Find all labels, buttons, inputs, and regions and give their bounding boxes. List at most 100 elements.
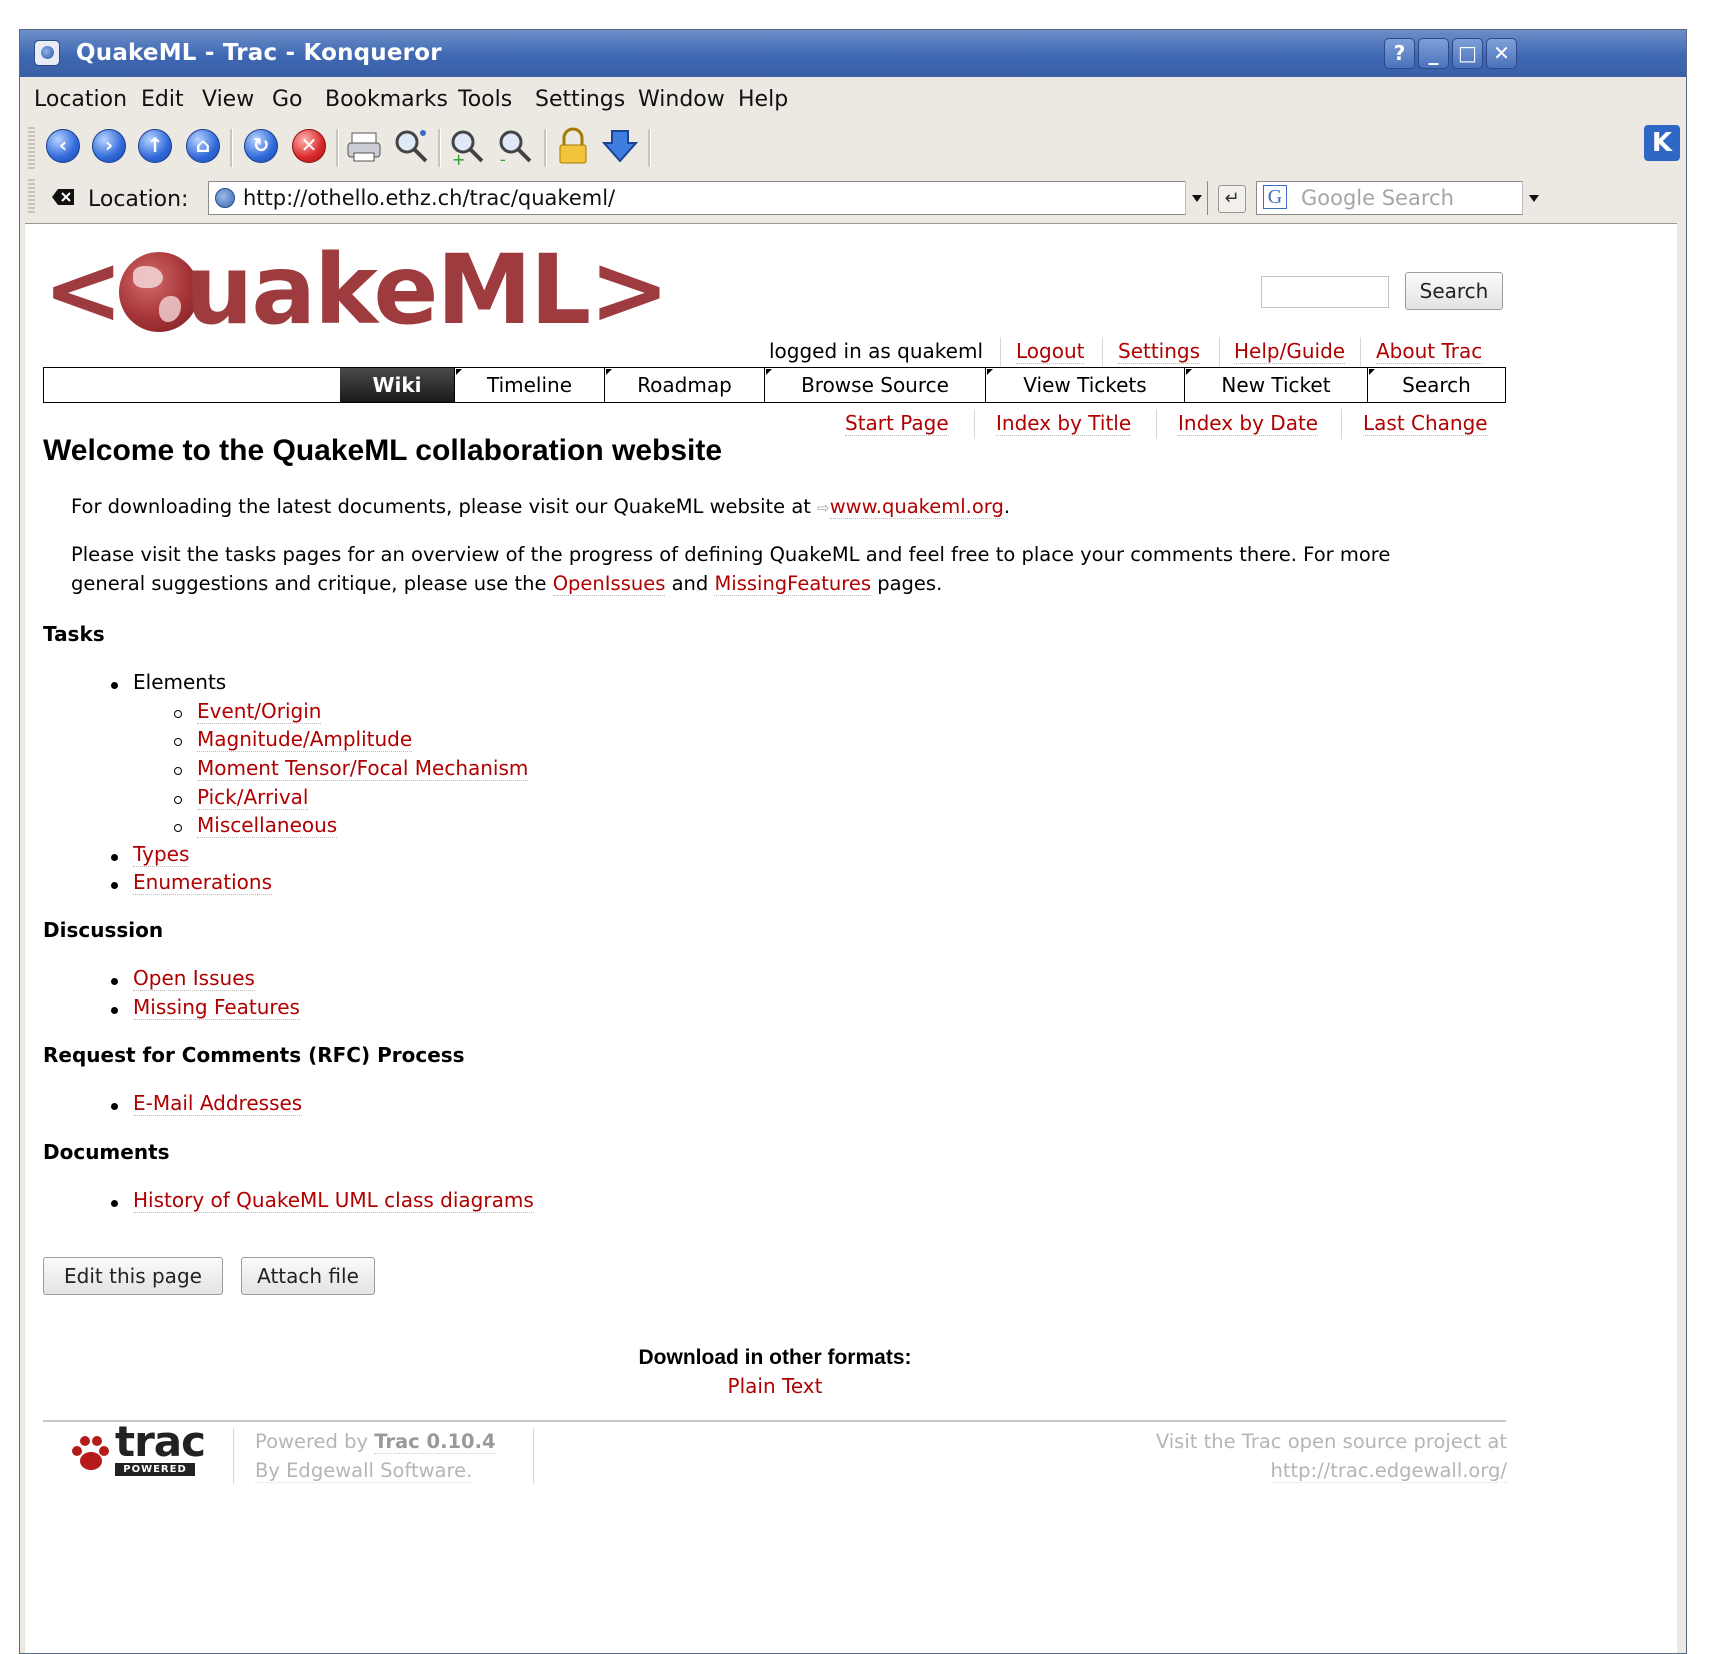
- up-icon[interactable]: ↑: [136, 127, 176, 167]
- clear-location-icon[interactable]: [52, 187, 76, 207]
- search-placeholder: Google Search: [1301, 186, 1454, 210]
- last-change-link[interactable]: Last Change: [1363, 411, 1488, 436]
- about-trac-link[interactable]: About Trac: [1376, 339, 1483, 364]
- maximize-button[interactable]: □: [1452, 38, 1483, 69]
- find-icon[interactable]: [392, 127, 432, 167]
- tab-wiki[interactable]: Wiki: [340, 368, 454, 402]
- help-guide-link[interactable]: Help/Guide: [1234, 339, 1346, 364]
- stop-icon[interactable]: ✕: [290, 127, 330, 167]
- tab-timeline[interactable]: Timeline: [454, 368, 604, 402]
- index-by-date-link[interactable]: Index by Date: [1178, 411, 1319, 436]
- menu-edit[interactable]: Edit: [141, 87, 184, 112]
- forward-icon[interactable]: ›: [90, 127, 130, 167]
- help-button[interactable]: ?: [1384, 38, 1415, 69]
- edgewall-link[interactable]: By Edgewall Software.: [255, 1459, 473, 1483]
- sub-bullet: [174, 738, 182, 746]
- toolbar-separator: [336, 129, 339, 167]
- tab-view-tickets[interactable]: View Tickets: [985, 368, 1184, 402]
- sub-bullet: [174, 824, 182, 832]
- menu-help[interactable]: Help: [738, 87, 788, 112]
- menu-bookmarks[interactable]: Bookmarks: [325, 87, 448, 112]
- trac-version-link[interactable]: Trac 0.10.4: [374, 1430, 496, 1454]
- zoom-out-icon[interactable]: -: [496, 127, 536, 169]
- email-addresses-link[interactable]: E-Mail Addresses: [133, 1091, 303, 1116]
- bullet: [111, 1200, 118, 1207]
- quakeml-org-link[interactable]: www.quakeml.org: [829, 495, 1004, 519]
- download-icon[interactable]: [601, 127, 642, 167]
- logo-left: <: [43, 234, 123, 346]
- web-search-input[interactable]: G Google Search: [1256, 181, 1544, 215]
- toolbar-separator: [648, 129, 651, 167]
- enumerations-link[interactable]: Enumerations: [133, 870, 272, 895]
- menu-bar: Location Edit View Go Bookmarks Tools Se…: [20, 77, 1686, 121]
- open-issues-wikilink[interactable]: OpenIssues: [552, 572, 666, 596]
- tab-search[interactable]: Search: [1367, 368, 1505, 402]
- event-origin-link[interactable]: Event/Origin: [197, 699, 322, 724]
- intro-paragraph: For downloading the latest documents, pl…: [71, 492, 1511, 523]
- edit-page-button[interactable]: Edit this page: [43, 1257, 223, 1295]
- sub-bullet: [174, 796, 182, 804]
- reload-icon[interactable]: ↻: [242, 127, 282, 167]
- moment-tensor-link[interactable]: Moment Tensor/Focal Mechanism: [197, 756, 529, 781]
- intro-end: .: [1003, 495, 1011, 518]
- missing-features-wikilink[interactable]: MissingFeatures: [714, 572, 872, 596]
- menu-go[interactable]: Go: [272, 87, 303, 112]
- start-page-link[interactable]: Start Page: [845, 411, 949, 436]
- attach-file-button[interactable]: Attach file: [241, 1257, 375, 1295]
- menu-window[interactable]: Window: [638, 87, 725, 112]
- location-label: Location:: [88, 187, 189, 212]
- trac-edgewall-link[interactable]: http://trac.edgewall.org/: [1270, 1459, 1507, 1483]
- url-text[interactable]: http://othello.ethz.ch/trac/quakeml/: [243, 186, 615, 210]
- wiki-search-input[interactable]: [1261, 276, 1389, 308]
- tasks-paragraph-line2: general suggestions and critique, please…: [71, 572, 553, 595]
- menu-settings[interactable]: Settings: [535, 87, 625, 112]
- site-favicon-icon: [215, 188, 235, 208]
- browser-window: QuakeML - Trac - Konqueror ? _ □ ✕ Locat…: [19, 29, 1687, 1654]
- settings-link[interactable]: Settings: [1118, 339, 1201, 364]
- toolbar-grip[interactable]: [28, 127, 35, 169]
- close-button[interactable]: ✕: [1486, 38, 1517, 69]
- home-icon[interactable]: ⌂: [184, 127, 224, 167]
- sub-bullet: [174, 710, 182, 718]
- pick-arrival-link[interactable]: Pick/Arrival: [197, 785, 309, 810]
- security-lock-icon[interactable]: [554, 127, 594, 167]
- uml-history-link[interactable]: History of QuakeML UML class diagrams: [133, 1188, 534, 1213]
- page-content: < uakeML> Search logged in as quakeml Lo…: [25, 223, 1677, 1653]
- main-nav: Wiki Timeline Roadmap Browse Source View…: [43, 367, 1506, 403]
- tab-browse-source[interactable]: Browse Source: [764, 368, 985, 402]
- menu-tools[interactable]: Tools: [458, 87, 512, 112]
- bullet: [111, 1007, 118, 1014]
- minimize-button[interactable]: _: [1418, 38, 1449, 69]
- url-input[interactable]: http://othello.ethz.ch/trac/quakeml/: [208, 181, 1208, 215]
- google-icon[interactable]: G: [1263, 185, 1287, 209]
- types-link[interactable]: Types: [133, 842, 190, 867]
- tab-new-ticket[interactable]: New Ticket: [1184, 368, 1367, 402]
- miscellaneous-link[interactable]: Miscellaneous: [197, 813, 338, 838]
- elements-label: Elements: [133, 670, 227, 694]
- trac-powered-logo[interactable]: trac POWERED: [63, 1417, 223, 1483]
- bullet: [111, 854, 118, 861]
- missing-features-link[interactable]: Missing Features: [133, 995, 300, 1020]
- index-by-title-link[interactable]: Index by Title: [996, 411, 1132, 436]
- documents-heading: Documents: [43, 1140, 170, 1164]
- search-engine-dropdown[interactable]: [1522, 181, 1544, 215]
- url-history-dropdown[interactable]: [1185, 181, 1207, 215]
- tab-roadmap[interactable]: Roadmap: [604, 368, 764, 402]
- konqueror-app-icon[interactable]: [34, 40, 60, 66]
- menu-location[interactable]: Location: [34, 87, 127, 112]
- locationbar-grip[interactable]: [28, 179, 35, 215]
- wiki-search-button[interactable]: Search: [1405, 272, 1503, 310]
- go-button[interactable]: ↵: [1218, 185, 1246, 213]
- page-title: Welcome to the QuakeML collaboration web…: [43, 434, 723, 467]
- open-issues-link[interactable]: Open Issues: [133, 966, 255, 991]
- magnitude-amplitude-link[interactable]: Magnitude/Amplitude: [197, 727, 413, 752]
- logout-link[interactable]: Logout: [1016, 339, 1085, 364]
- download-heading: Download in other formats:: [638, 1346, 912, 1369]
- print-icon[interactable]: [346, 127, 386, 167]
- zoom-in-icon[interactable]: +: [448, 127, 488, 169]
- plain-text-link[interactable]: Plain Text: [728, 1374, 823, 1398]
- menu-view[interactable]: View: [202, 87, 254, 112]
- back-icon[interactable]: ‹: [44, 127, 84, 167]
- footer-separator: [233, 1428, 234, 1484]
- kde-logo-icon[interactable]: K: [1644, 125, 1680, 161]
